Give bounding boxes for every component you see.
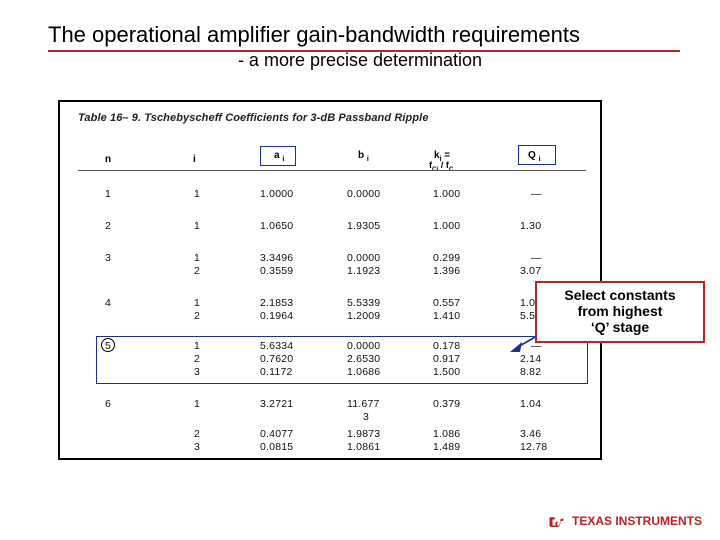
table-cell: 1.04 [520,398,541,410]
table-caption: Table 16– 9. Tschebyscheff Coefficients … [78,112,429,124]
callout-line: ‘Q’ stage [541,319,699,335]
table-cell: 6 [105,398,111,410]
table-cell: 0.1964 [260,310,293,322]
table-cell: 1.0000 [260,188,293,200]
table-cell: 3 [363,411,369,423]
table-cell: 1.1923 [347,265,380,277]
callout-line: from highest [541,303,699,319]
table-cell: 1.410 [433,310,460,322]
table-cell: 1.9305 [347,220,380,232]
table-cell: 3.07 [520,265,541,277]
table-cell: 3 [105,252,111,264]
table-cell: 4 [105,297,111,309]
highlight-box-n5 [96,336,588,384]
highlight-box-a [260,146,296,166]
callout-line: Select constants [541,287,699,303]
table-cell: — [531,252,542,264]
highlight-box-q [518,145,556,165]
table-cell: 0.0815 [260,441,293,453]
table-cell: 1 [194,297,200,309]
callout-box: Select constants from highest ‘Q’ stage [535,281,705,343]
table-cell: 1 [194,252,200,264]
table-cell: 2 [194,428,200,440]
col-header-i: i [193,154,196,165]
table-cell: 1.0861 [347,441,380,453]
table-cell: 2.1853 [260,297,293,309]
page-subtitle: - a more precise determination [0,50,720,71]
table-cell: 0.299 [433,252,460,264]
table-cell: 3.2721 [260,398,293,410]
table-cell: 1.396 [433,265,460,277]
table-cell: 2 [194,265,200,277]
table-cell: 3 [194,441,200,453]
header-rule [78,170,586,171]
table-cell: 1.9873 [347,428,380,440]
ti-logo-text: TEXAS INSTRUMENTS [572,514,702,528]
table-cell: 1.000 [433,188,460,200]
ti-logo: TEXAS INSTRUMENTS [548,512,702,530]
table-cell: 1 [194,220,200,232]
table-cell: 1.30 [520,220,541,232]
table-cell: 1.0650 [260,220,293,232]
col-header-n: n [105,154,111,165]
table-cell: 11.677 [347,398,380,410]
table-cell: 2 [105,220,111,232]
table-cell: 1.2009 [347,310,380,322]
coefficients-table: Table 16– 9. Tschebyscheff Coefficients … [58,100,602,460]
table-cell: 0.557 [433,297,460,309]
table-cell: 1.489 [433,441,460,453]
table-cell: 0.0000 [347,252,380,264]
table-cell: 1 [105,188,111,200]
table-cell: 2 [194,310,200,322]
circle-n5 [101,338,115,352]
table-cell: 3.3496 [260,252,293,264]
table-cell: 1 [194,398,200,410]
ti-chip-icon [548,512,566,530]
table-cell: 1 [194,188,200,200]
table-cell: 3.46 [520,428,541,440]
table-cell: 12.78 [520,441,547,453]
table-cell: — [531,188,542,200]
table-cell: 0.0000 [347,188,380,200]
page-title: The operational amplifier gain-bandwidth… [48,22,680,52]
table-cell: 0.379 [433,398,460,410]
table-cell: 1.000 [433,220,460,232]
table-cell: 1.086 [433,428,460,440]
table-cell: 5.5339 [347,297,380,309]
col-header-b: b i [358,150,369,163]
table-cell: 0.4077 [260,428,293,440]
table-cell: 0.3559 [260,265,293,277]
